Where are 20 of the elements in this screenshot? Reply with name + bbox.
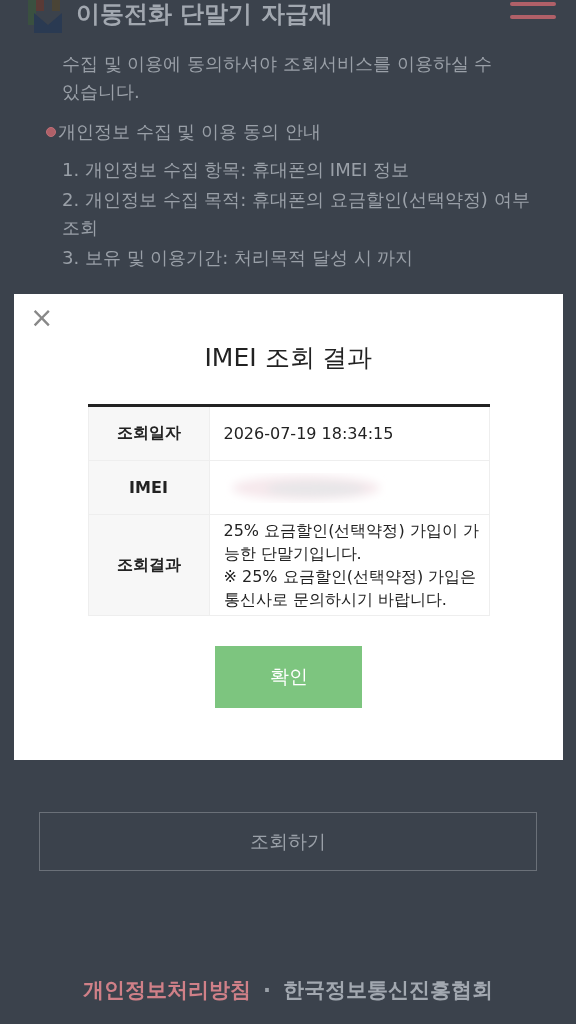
section-title: 개인정보 수집 및 이용 동의 안내 [58, 120, 321, 144]
dialog-title: IMEI 조회 결과 [204, 342, 373, 374]
footer-link[interactable]: 한국정보통신진흥협회 [283, 976, 493, 1004]
confirm-button[interactable]: 확인 [215, 646, 362, 708]
consent-item: 3. 보유 및 이용기간: 처리목적 달성 시 까지 [62, 246, 415, 270]
lookup-button[interactable]: 조회하기 [39, 812, 537, 871]
table-cell: 2026-07-19 18:34:15 [209, 405, 489, 461]
close-button[interactable]: × [26, 304, 58, 332]
row-label: 조회결과 [88, 514, 209, 616]
separator: · [263, 978, 271, 1002]
result-line: ※ 25% 요금할인(선택약정) 가입은 통신사로 문의하시기 바랍니다. [223, 566, 478, 611]
consent-item: 1. 개인정보 수집 항목: 휴대폰의 IMEI 정보 [62, 158, 411, 182]
row-label: 조회일자 [88, 405, 209, 461]
footer-link[interactable]: 개인정보처리방침 [83, 976, 251, 1004]
bullet-icon [46, 127, 56, 137]
site-title: 이동전화 단말기 자급제 [76, 0, 333, 30]
consent-notice: 수집 및 이용에 동의하셔야 조회서비스를 이용하실 수 있습니다. [62, 52, 494, 104]
row-label: IMEI [88, 460, 209, 515]
result-line: 25% 요금할인(선택약정) 가입이 가능한 단말기입니다. [223, 520, 480, 565]
consent-item: 2. 개인정보 수집 목적: 휴대폰의 요금할인(선택약정) 여부 조회 [62, 188, 531, 240]
